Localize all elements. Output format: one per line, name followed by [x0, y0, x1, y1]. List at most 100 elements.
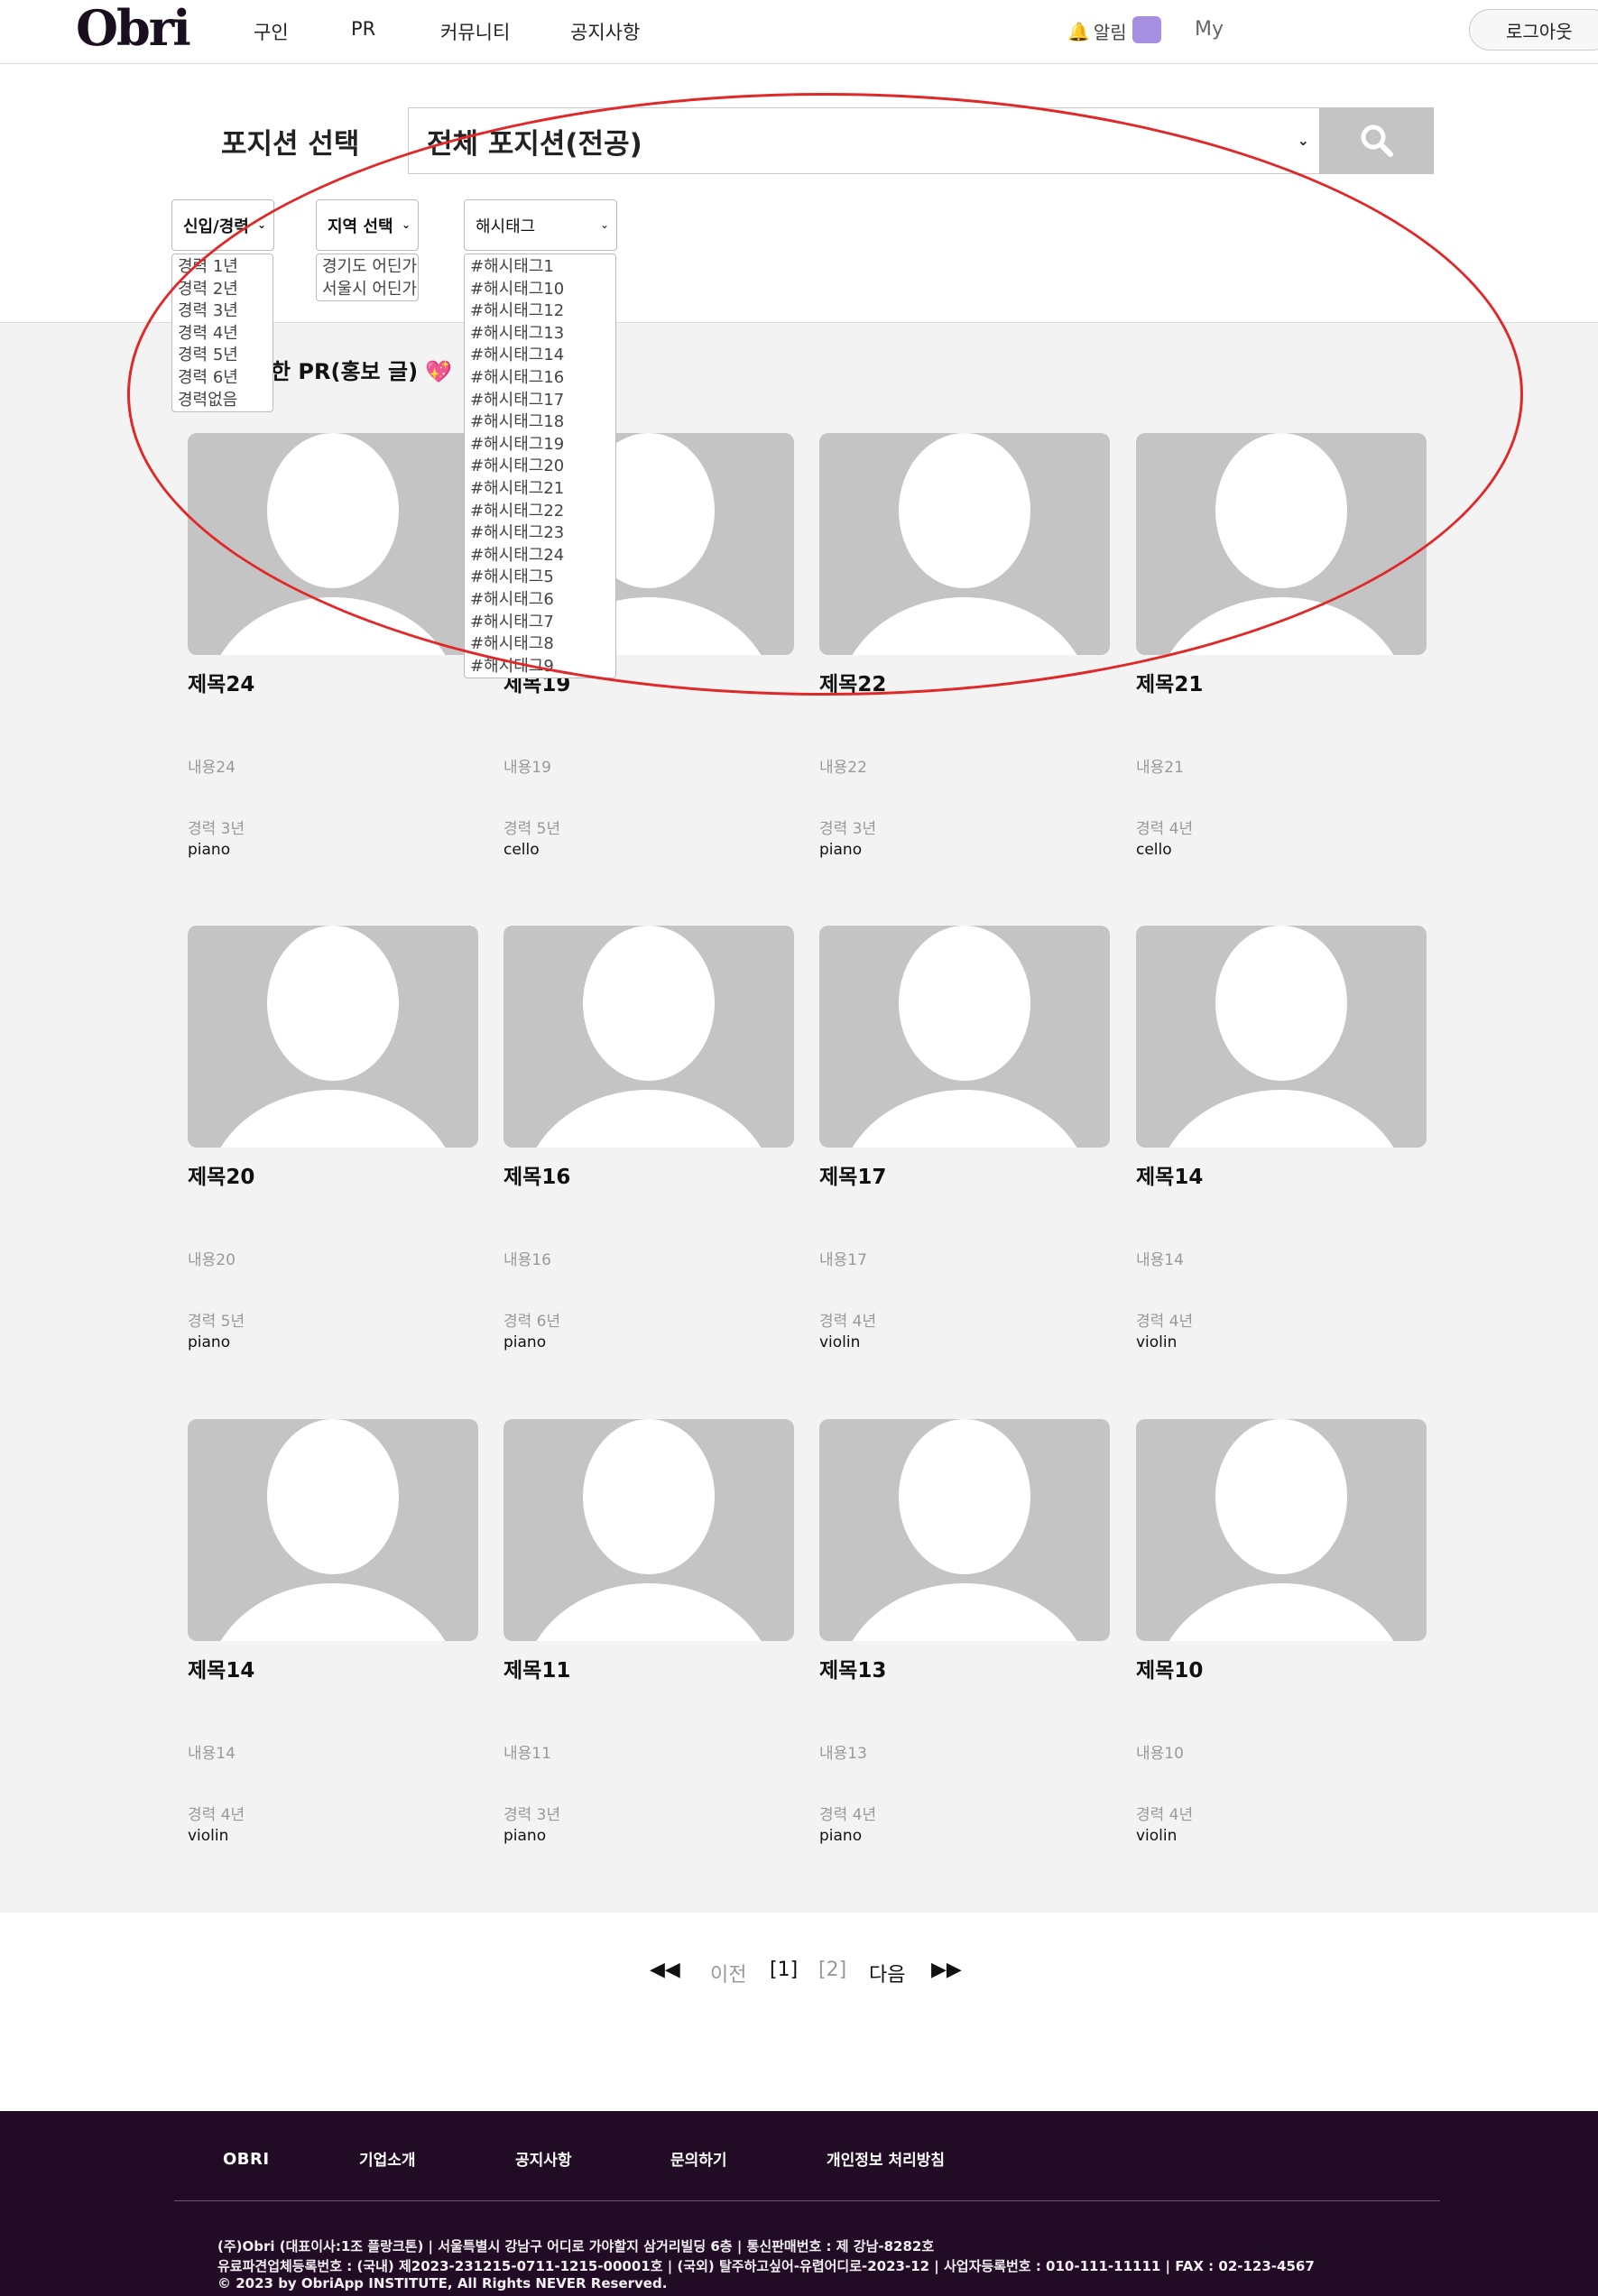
- dropdown-option[interactable]: #해시태그16: [465, 367, 615, 390]
- card-image[interactable]: [819, 433, 1110, 655]
- avatar[interactable]: [1132, 16, 1161, 43]
- dropdown-option[interactable]: 경력 6년: [172, 367, 272, 390]
- page-2-button[interactable]: [2]: [818, 1959, 846, 1981]
- dropdown-option[interactable]: #해시태그21: [465, 478, 615, 501]
- card-title[interactable]: 제목14: [1136, 1159, 1203, 1190]
- card-title[interactable]: 제목14: [188, 1653, 254, 1683]
- site-logo[interactable]: Obri: [76, 0, 191, 56]
- career-select[interactable]: 신입/경력 ⌄: [171, 199, 274, 251]
- chevron-down-icon: ⌄: [1297, 132, 1309, 149]
- card-image[interactable]: [1136, 1419, 1427, 1641]
- footer-link-about[interactable]: 기업소개: [359, 2147, 416, 2170]
- search-button[interactable]: [1319, 107, 1434, 174]
- chevron-down-icon: ⌄: [256, 218, 266, 231]
- dropdown-option[interactable]: #해시태그18: [465, 411, 615, 434]
- dropdown-option[interactable]: #해시태그7: [465, 612, 615, 634]
- card-career: 경력 4년: [819, 1313, 877, 1331]
- prev-page-button[interactable]: 이전: [710, 1959, 746, 1987]
- hashtag-select-label: 해시태그: [476, 217, 536, 236]
- footer-logo[interactable]: OBRI: [223, 2150, 270, 2169]
- last-page-button[interactable]: ▶▶: [931, 1959, 962, 1981]
- position-label: 포지션 선택: [221, 128, 360, 161]
- card-image[interactable]: [188, 1419, 478, 1641]
- next-page-button[interactable]: 다음: [869, 1959, 905, 1987]
- hashtag-select[interactable]: 해시태그 ⌄: [464, 199, 617, 251]
- card-image[interactable]: [503, 926, 794, 1148]
- card-image[interactable]: [819, 1419, 1110, 1641]
- card-image[interactable]: [188, 926, 478, 1148]
- card-instrument: violin: [188, 1827, 229, 1845]
- dropdown-option[interactable]: 경력 1년: [172, 256, 272, 279]
- dropdown-option[interactable]: 경력 3년: [172, 300, 272, 323]
- card-content: 내용11: [503, 1745, 551, 1763]
- nav-item-pr[interactable]: PR: [351, 18, 375, 40]
- card-title[interactable]: 제목24: [188, 667, 254, 697]
- dropdown-option[interactable]: #해시태그20: [465, 456, 615, 478]
- dropdown-option[interactable]: 경력 4년: [172, 323, 272, 346]
- my-page-link[interactable]: My: [1195, 18, 1224, 41]
- card-title[interactable]: 제목22: [819, 667, 886, 697]
- card-career: 경력 4년: [1136, 820, 1194, 838]
- profile-placeholder-icon: [1168, 433, 1394, 655]
- profile-placeholder-icon: [220, 926, 446, 1148]
- logout-button[interactable]: 로그아웃: [1469, 9, 1598, 51]
- footer-link-privacy[interactable]: 개인정보 처리방침: [827, 2147, 945, 2170]
- nav-item-notice[interactable]: 공지사항: [570, 18, 640, 45]
- dropdown-option[interactable]: #해시태그13: [465, 323, 615, 346]
- dropdown-option[interactable]: #해시태그14: [465, 345, 615, 367]
- dropdown-option[interactable]: #해시태그23: [465, 522, 615, 545]
- footer-registration-info: 유료파견업체등록번호 : (국내) 제2023-231215-0711-1215…: [217, 2258, 1315, 2274]
- footer-link-contact[interactable]: 문의하기: [670, 2147, 727, 2170]
- dropdown-option[interactable]: #해시태그8: [465, 633, 615, 656]
- card-title[interactable]: 제목16: [503, 1159, 570, 1190]
- dropdown-option[interactable]: 경력없음: [172, 390, 272, 412]
- card-title[interactable]: 제목13: [819, 1653, 886, 1683]
- footer-link-notice[interactable]: 공지사항: [515, 2147, 572, 2170]
- card-image[interactable]: [503, 1419, 794, 1641]
- card-career: 경력 5년: [503, 820, 561, 838]
- dropdown-option[interactable]: 경력 5년: [172, 345, 272, 367]
- dropdown-option[interactable]: #해시태그19: [465, 434, 615, 456]
- card-image[interactable]: [1136, 926, 1427, 1148]
- card-career: 경력 3년: [503, 1806, 561, 1824]
- dropdown-option[interactable]: 경력 2년: [172, 279, 272, 301]
- card-content: 내용13: [819, 1745, 867, 1763]
- chevron-down-icon: ⌄: [599, 218, 609, 231]
- dropdown-option[interactable]: #해시태그1: [465, 256, 615, 279]
- card-title[interactable]: 제목17: [819, 1159, 886, 1190]
- dropdown-option[interactable]: #해시태그22: [465, 501, 615, 523]
- profile-placeholder-icon: [220, 433, 446, 655]
- dropdown-option[interactable]: #해시태그10: [465, 279, 615, 301]
- card-instrument: violin: [1136, 1827, 1178, 1845]
- card-image[interactable]: [819, 926, 1110, 1148]
- page-1-button[interactable]: [1]: [770, 1959, 798, 1981]
- chevron-down-icon: ⌄: [401, 218, 411, 231]
- card-title[interactable]: 제목11: [503, 1653, 570, 1683]
- card-title[interactable]: 제목21: [1136, 667, 1203, 697]
- card-instrument: violin: [819, 1333, 861, 1351]
- dropdown-option[interactable]: 경기도 어딘가: [317, 256, 418, 279]
- dropdown-option[interactable]: #해시태그17: [465, 390, 615, 412]
- region-select[interactable]: 지역 선택 ⌄: [316, 199, 419, 251]
- dropdown-option[interactable]: 서울시 어딘가: [317, 279, 418, 301]
- card-instrument: violin: [1136, 1333, 1178, 1351]
- dropdown-option[interactable]: #해시태그5: [465, 567, 615, 589]
- card-image[interactable]: [1136, 433, 1427, 655]
- card-image[interactable]: [188, 433, 478, 655]
- position-select[interactable]: 전체 포지션(전공) ⌄: [408, 107, 1321, 174]
- dropdown-option[interactable]: #해시태그9: [465, 656, 615, 678]
- card-content: 내용24: [188, 759, 236, 777]
- bell-icon: 🔔: [1067, 20, 1090, 42]
- card-instrument: piano: [503, 1827, 547, 1845]
- card-instrument: piano: [819, 841, 863, 859]
- hashtag-options: #해시태그1 #해시태그10 #해시태그12 #해시태그13 #해시태그14 #해시태그1…: [464, 254, 616, 679]
- first-page-button[interactable]: ◀◀: [650, 1959, 680, 1981]
- dropdown-option[interactable]: #해시태그12: [465, 300, 615, 323]
- dropdown-option[interactable]: #해시태그6: [465, 589, 615, 612]
- card-title[interactable]: 제목10: [1136, 1653, 1203, 1683]
- dropdown-option[interactable]: #해시태그24: [465, 545, 615, 567]
- nav-item-recruit[interactable]: 구인: [254, 18, 289, 45]
- nav-item-community[interactable]: 커뮤니티: [440, 18, 510, 45]
- alarm-button[interactable]: 🔔 알림: [1067, 18, 1127, 44]
- card-title[interactable]: 제목20: [188, 1159, 254, 1190]
